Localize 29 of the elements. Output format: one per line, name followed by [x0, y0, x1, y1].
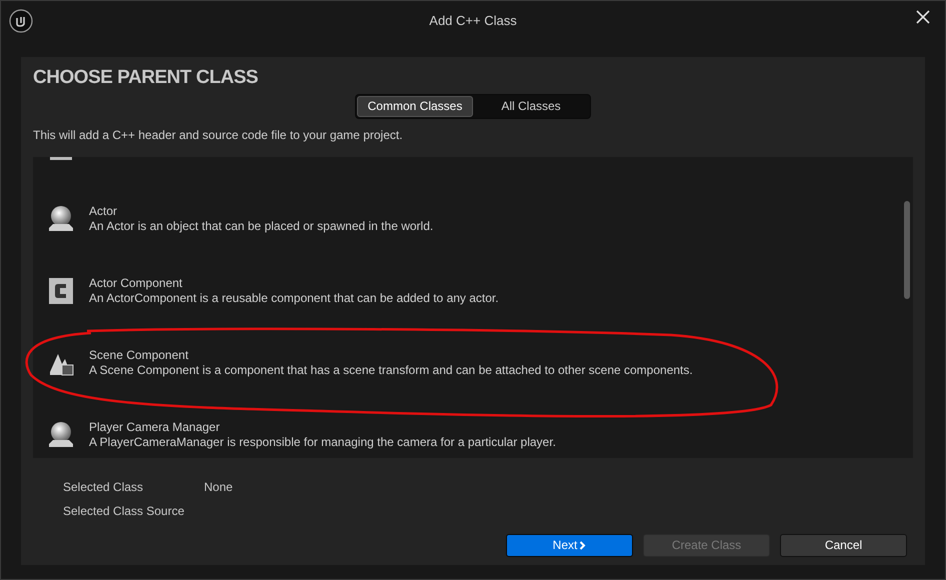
component-icon — [49, 278, 73, 304]
class-description: An ActorComponent is a reusable component that can be added to any actor. — [89, 290, 499, 306]
sphere-icon — [47, 204, 75, 234]
panel-heading: CHOOSE PARENT CLASS — [33, 66, 259, 90]
tab[interactable]: Common Classes — [357, 96, 473, 116]
dialog-button[interactable]: Cancel — [780, 534, 907, 556]
description-text: This will add a C++ header and source code file to your game project. — [33, 126, 404, 144]
class-row[interactable]: Scene Component A Scene Component is a component that has a scene transform and can be attached to other scene components. — [33, 326, 897, 398]
class-name: Actor Component — [89, 276, 184, 290]
class-name: Player Camera Manager — [89, 420, 221, 434]
tab[interactable]: All Classes — [473, 96, 589, 116]
class-description: An Actor is an object that can be placed or spawned in the world. — [89, 218, 434, 234]
class-name: Actor — [89, 204, 118, 218]
class-description: A Scene Component is a component that has a scene transform and can be attached to other scene components. — [89, 362, 693, 378]
scrollbar-thumb[interactable] — [904, 200, 910, 298]
chevron-right-icon — [579, 540, 586, 550]
logo-icon — [9, 9, 33, 33]
next-button[interactable]: Next — [506, 534, 633, 556]
detail-label: Selected Class — [63, 478, 144, 496]
class-name: Scene Component — [89, 348, 190, 362]
window-title: Add C++ Class — [429, 12, 517, 30]
class-row[interactable]: Actor An Actor is an object that can be placed or spawned in the world. — [33, 182, 897, 254]
detail-value: None — [204, 478, 233, 496]
class-row[interactable]: Player Camera Manager A PlayerCameraManager is responsible for managing the camera for a particular player. — [33, 398, 897, 458]
sphere-icon — [47, 420, 75, 450]
class-row[interactable]: Actor Component An ActorComponent is a reusable component that can be added to any actor. — [33, 254, 897, 326]
detail-label: Selected Class Source — [63, 502, 186, 520]
close-button[interactable] — [915, 9, 931, 25]
class-description: A PlayerCameraManager is responsible for managing the camera for a particular player. — [89, 434, 556, 450]
